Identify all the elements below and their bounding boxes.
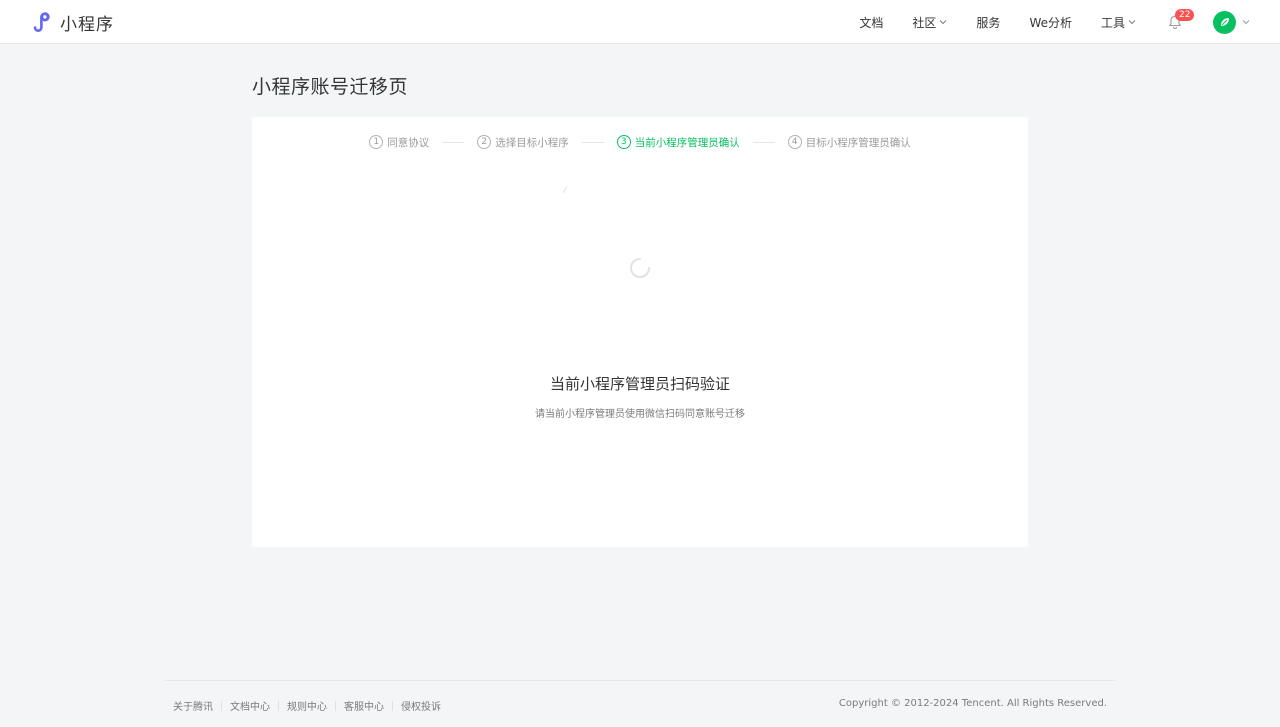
step-divider: [581, 141, 604, 143]
nav-tools[interactable]: 工具: [1101, 14, 1136, 31]
footer-divider: [165, 680, 1115, 681]
footer-separator: [278, 700, 279, 711]
step-label: 当前小程序管理员确认: [634, 136, 740, 149]
step-number: 3: [616, 135, 631, 149]
leaf-icon: [1220, 18, 1229, 26]
footer-links: 关于腾讯 文档中心 规则中心 客服中心 侵权投诉: [173, 698, 441, 713]
nav-tools-label: 工具: [1100, 15, 1125, 30]
top-navbar: 小程序 文档 社区 服务 We分析 工具 22: [0, 0, 1280, 44]
logo[interactable]: 小程序: [30, 10, 114, 35]
copyright: Copyright © 2012-2024 Tencent. All Right…: [838, 698, 1107, 709]
step-label: 选择目标小程序: [495, 136, 569, 149]
chevron-down-icon: [1242, 20, 1250, 25]
page-title: 小程序账号迁移页: [252, 76, 409, 98]
step-3: 3 当前小程序管理员确认: [616, 135, 740, 150]
mini-program-logo-icon: [33, 12, 50, 32]
logo-text: 小程序: [60, 14, 114, 35]
step-label: 目标小程序管理员确认: [805, 136, 911, 149]
loading-spinner-icon: [630, 258, 650, 278]
step-divider: [442, 141, 465, 143]
step-indicator: 1 同意协议 2 选择目标小程序 3 当前小程序管理员确认 4 目标小程序管理员…: [252, 134, 1028, 150]
nav-we-analysis-label: We分析: [1029, 15, 1072, 30]
nav-docs-label: 文档: [859, 15, 884, 30]
step-1: 1 同意协议: [369, 135, 429, 150]
verify-subtitle: 请当前小程序管理员使用微信扫码同意账号迁移: [535, 409, 745, 420]
step-divider: [752, 141, 775, 143]
nav-service-label: 服务: [976, 15, 1001, 30]
migration-card: 1 同意协议 2 选择目标小程序 3 当前小程序管理员确认 4 目标小程序管理员…: [252, 117, 1028, 547]
avatar: [1213, 10, 1236, 34]
footer-link-about-tencent[interactable]: 关于腾讯: [173, 698, 213, 713]
loading-artifact-icon: [562, 185, 568, 194]
nav-menu: 文档 社区 服务 We分析 工具 22: [859, 0, 1250, 44]
notifications-button[interactable]: 22: [1167, 9, 1195, 32]
chevron-down-icon: [940, 20, 947, 25]
footer-link-docs-center[interactable]: 文档中心: [230, 698, 270, 713]
step-4: 4 目标小程序管理员确认: [787, 135, 911, 150]
step-2: 2 选择目标小程序: [477, 135, 569, 150]
nav-we-analysis[interactable]: We分析: [1029, 14, 1072, 31]
footer-separator: [221, 700, 222, 711]
account-menu[interactable]: [1213, 10, 1250, 34]
notification-badge: 22: [1175, 9, 1195, 21]
step-label: 同意协议: [387, 136, 430, 149]
step-number: 2: [477, 135, 492, 149]
footer-link-rules-center[interactable]: 规则中心: [287, 698, 327, 713]
footer-separator: [335, 700, 336, 711]
footer-link-support-center[interactable]: 客服中心: [344, 698, 384, 713]
footer-link-infringement-report[interactable]: 侵权投诉: [401, 698, 441, 713]
step-number: 1: [369, 135, 384, 149]
chevron-down-icon: [1128, 20, 1136, 25]
nav-community[interactable]: 社区: [912, 14, 947, 31]
nav-community-label: 社区: [912, 15, 937, 30]
footer-separator: [392, 700, 393, 711]
nav-docs[interactable]: 文档: [859, 14, 883, 31]
step-number: 4: [787, 135, 802, 149]
nav-service[interactable]: 服务: [976, 14, 1000, 31]
verify-title: 当前小程序管理员扫码验证: [549, 375, 730, 393]
